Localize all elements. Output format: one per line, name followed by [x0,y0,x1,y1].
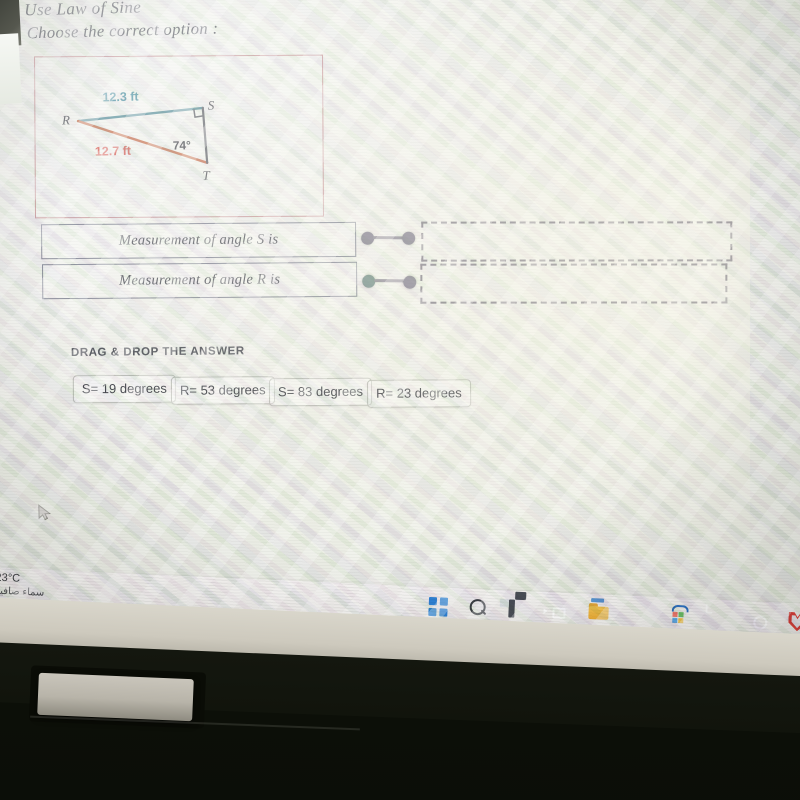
screen-scanlines [0,0,800,640]
laptop-latch [37,672,194,722]
screen-edge-highlight [0,33,22,105]
laptop-photo: Use Law of Sine Choose the correct optio… [0,0,800,800]
laptop-screen: Use Law of Sine Choose the correct optio… [0,0,800,640]
